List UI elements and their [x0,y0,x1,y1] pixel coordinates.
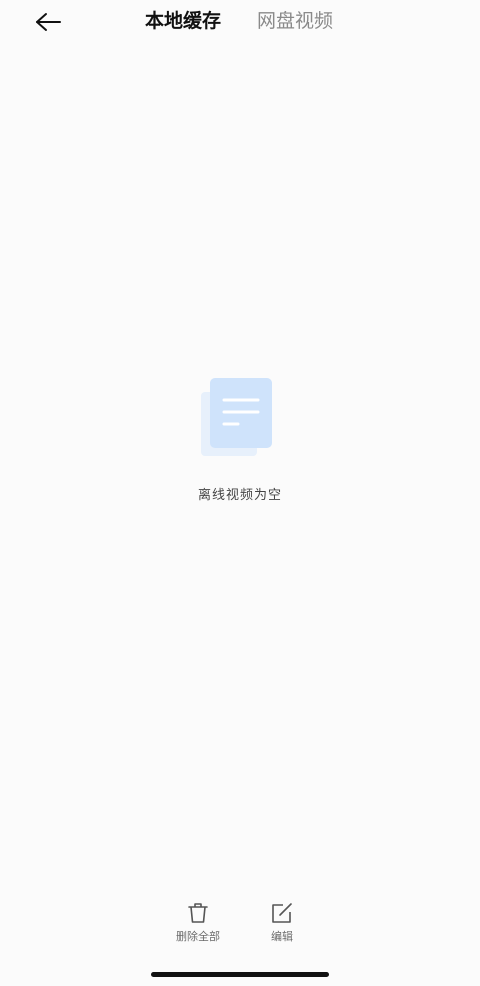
document-icon [201,378,272,456]
edit-icon [272,903,292,923]
edit-label: 编辑 [271,930,293,943]
edit-button[interactable]: 编辑 [250,902,314,948]
trash-icon [188,903,208,923]
tab-local-cache[interactable]: 本地缓存 [145,8,221,34]
bottom-action-bar: 删除全部 编辑 [0,896,480,952]
delete-all-button[interactable]: 删除全部 [166,902,230,948]
home-indicator [151,972,329,977]
tab-bar: 本地缓存 网盘视频 [0,0,480,44]
empty-message: 离线视频为空 [197,488,282,503]
top-bar: 本地缓存 网盘视频 [0,0,480,44]
delete-all-label: 删除全部 [176,930,220,943]
tab-cloud-videos[interactable]: 网盘视频 [257,8,333,34]
